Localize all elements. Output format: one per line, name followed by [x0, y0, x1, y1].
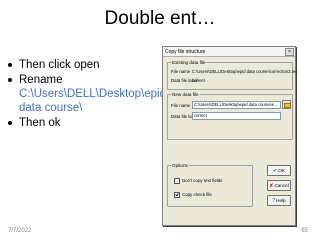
dialog-title: Copy file structure — [165, 49, 206, 55]
new-data-label-input[interactable]: correct — [192, 112, 281, 120]
bullet-item: Then ok — [7, 116, 162, 130]
group-legend: Existing data file — [171, 60, 207, 65]
bullet-dot — [8, 63, 12, 67]
new-data-file-group: New data file File name C:\Users\DELL\De… — [167, 92, 293, 140]
cancel-button[interactable]: ✘Cancel — [267, 180, 291, 191]
bullet-item: Then click open — [7, 58, 162, 72]
help-button-label: Help — [276, 198, 286, 203]
cross-icon: ✘ — [269, 183, 274, 189]
existing-file-name-value: C:\Users\DELL\Desktop\epid data course\c… — [192, 69, 298, 74]
existing-data-file-group: Existing data file File name C:\Users\DE… — [167, 60, 297, 90]
bullet-path: C:\Users\DELL\Desktop\epid data course\ — [19, 88, 167, 114]
help-button[interactable]: ?Help — [267, 195, 291, 206]
browse-folder-button[interactable] — [282, 100, 291, 109]
bullet-text: Then click open — [19, 59, 100, 71]
cancel-button-label: Cancel — [274, 183, 289, 188]
slide-page-number: 65 — [301, 228, 308, 234]
options-group: Options Don't copy text fields Copy chec… — [167, 163, 253, 207]
bullet-text: Then ok — [19, 117, 61, 129]
dont-copy-text-fields-label: Don't copy text fields — [182, 178, 223, 183]
folder-icon — [284, 103, 291, 108]
file-name-label: File name — [171, 69, 191, 74]
bullet-dot — [8, 78, 12, 82]
new-file-name-input[interactable]: C:\Users\DELL\Desktop\epid data course\e… — [192, 101, 281, 109]
copy-check-file-checkbox[interactable] — [174, 192, 180, 198]
group-legend: Options — [171, 163, 189, 168]
slide-date: 7/7/2022 — [8, 228, 32, 234]
copy-check-file-label: Copy check file — [182, 192, 212, 197]
bullet-dot — [8, 121, 12, 125]
existing-data-label-value: correct — [192, 78, 205, 83]
copy-file-structure-dialog: Copy file structure × Existing data file… — [162, 46, 297, 226]
checkmark-icon: ✔ — [273, 168, 278, 174]
dont-copy-text-fields-checkbox[interactable] — [174, 178, 180, 184]
file-name-label: File name — [171, 103, 191, 108]
bullet-list: Then click open Rename C:\Users\DELL\Des… — [7, 58, 167, 131]
close-icon[interactable]: × — [285, 48, 294, 56]
dialog-titlebar: Copy file structure × — [163, 47, 295, 57]
slide-title: Double ent… — [104, 8, 216, 29]
help-icon: ? — [272, 198, 276, 204]
ok-button[interactable]: ✔OK — [267, 165, 291, 176]
group-legend: New data file — [171, 92, 200, 97]
ok-button-label: OK — [278, 168, 285, 173]
bullet-item: Rename C:\Users\DELL\Desktop\epid data c… — [7, 73, 167, 115]
bullet-text: Rename — [19, 74, 63, 86]
